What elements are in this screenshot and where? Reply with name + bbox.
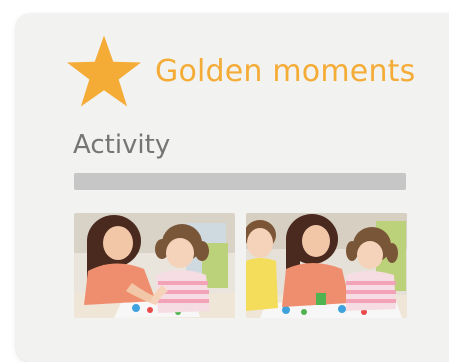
card-header: Golden moments bbox=[65, 34, 415, 108]
star-icon bbox=[67, 35, 141, 107]
photo-mother-two-children-painting[interactable] bbox=[246, 213, 407, 318]
card-title: Golden moments bbox=[155, 53, 416, 89]
golden-moments-card: Golden moments Activity bbox=[16, 14, 449, 362]
photo-mother-daughter-painting[interactable] bbox=[74, 213, 235, 318]
activity-label: Activity bbox=[73, 130, 171, 160]
activity-progress-bar bbox=[74, 173, 406, 190]
